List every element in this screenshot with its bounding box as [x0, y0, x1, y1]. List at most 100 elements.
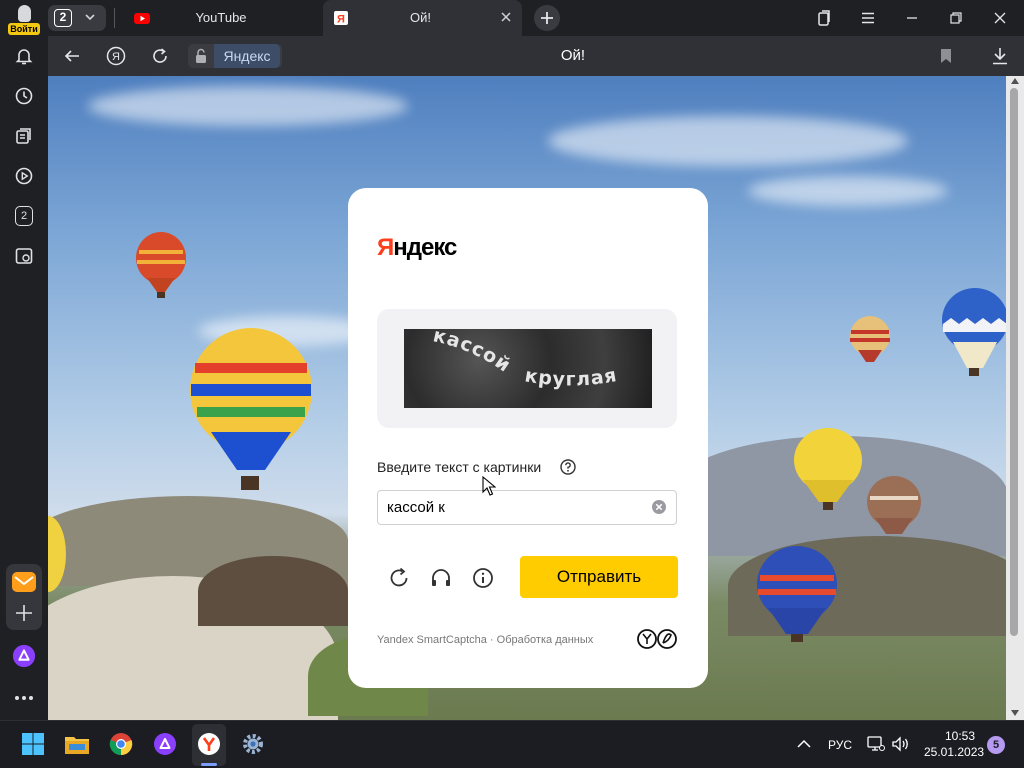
- smartcaptcha-brand: Yandex SmartCaptcha: [377, 634, 487, 646]
- data-processing-link[interactable]: Обработка данных: [497, 634, 594, 646]
- chevron-down-icon: [85, 14, 95, 21]
- help-icon[interactable]: [560, 459, 576, 475]
- youtube-icon: [134, 13, 150, 24]
- footer-separator: ·: [489, 634, 494, 646]
- yandex-favicon-icon: Я: [334, 11, 348, 26]
- tab-label: YouTube: [195, 10, 247, 25]
- captcha-answer-input[interactable]: [387, 491, 647, 523]
- file-explorer-button[interactable]: [64, 731, 90, 757]
- bookmark-button[interactable]: [936, 46, 956, 66]
- lock-icon: [196, 48, 206, 63]
- captcha-frame: кассой круглая: [377, 309, 677, 428]
- network-icon[interactable]: [867, 736, 885, 752]
- reload-button[interactable]: [150, 46, 170, 66]
- refresh-captcha-button[interactable]: [387, 566, 411, 590]
- minimize-icon: [907, 17, 917, 19]
- collections-icon: [16, 128, 31, 144]
- balloon-image: [867, 476, 921, 534]
- info-icon: [473, 568, 493, 588]
- site-info-badge[interactable]: Яндекс: [188, 44, 282, 68]
- balloon-image: [136, 232, 186, 298]
- close-window-button[interactable]: [990, 8, 1010, 28]
- more-button[interactable]: [12, 686, 36, 710]
- chrome-button[interactable]: [108, 731, 134, 757]
- svg-text:кассой: кассой: [431, 329, 515, 377]
- svg-text:круглая: круглая: [523, 364, 619, 391]
- downloads-button[interactable]: [990, 46, 1010, 66]
- alice-icon: [12, 644, 36, 668]
- scrollbar-thumb[interactable]: [1010, 88, 1018, 636]
- tab-oi[interactable]: Я Ой!: [323, 0, 522, 36]
- page-scrollbar[interactable]: [1006, 76, 1024, 720]
- submit-button[interactable]: Отправить: [520, 556, 678, 598]
- add-icon[interactable]: [15, 604, 33, 622]
- captcha-footer: Yandex SmartCaptcha · Обработка данных: [377, 634, 593, 646]
- back-button[interactable]: [62, 46, 82, 66]
- more-icon: [15, 696, 33, 700]
- restore-icon: [950, 12, 962, 24]
- active-indicator: [201, 763, 217, 766]
- scroll-up-icon[interactable]: [1011, 78, 1019, 84]
- bookmark-icon: [941, 49, 951, 63]
- restore-button[interactable]: [946, 8, 966, 28]
- close-icon: [994, 12, 1006, 24]
- minimize-button[interactable]: [902, 8, 922, 28]
- yandex-home-button[interactable]: Я: [106, 46, 126, 66]
- alice-button[interactable]: [12, 644, 36, 668]
- bookmark-collections-icon: [818, 10, 830, 26]
- title-bar: Войти 2 YouTube Я Ой!: [0, 0, 1024, 36]
- audio-captcha-button[interactable]: [429, 566, 453, 590]
- tab-counter-button[interactable]: 2: [48, 5, 106, 31]
- page-title: Ой!: [560, 47, 586, 64]
- tabs-counter-button[interactable]: 2: [15, 206, 33, 226]
- history-button[interactable]: [12, 84, 36, 108]
- taskbar: РУС 10:53 25.01.2023 5: [0, 720, 1024, 768]
- language-indicator[interactable]: РУС: [828, 738, 852, 752]
- yandex-browser-button[interactable]: [196, 731, 222, 757]
- balloon-image: [190, 328, 312, 490]
- login-button[interactable]: Войти: [6, 3, 42, 35]
- close-icon[interactable]: [500, 11, 512, 23]
- folder-icon: [65, 737, 89, 754]
- svg-text:Я: Я: [337, 14, 345, 26]
- clock-date[interactable]: 25.01.2023: [924, 745, 984, 759]
- screenshot-icon: [15, 248, 33, 264]
- clear-input-icon[interactable]: [652, 500, 666, 514]
- screenshot-button[interactable]: [12, 244, 36, 268]
- collections-button[interactable]: [12, 124, 36, 148]
- address-bar: Я Яндекс Ой!: [48, 36, 1024, 76]
- site-label: Яндекс: [214, 44, 280, 68]
- notification-badge[interactable]: 5: [987, 736, 1005, 754]
- notifications-button[interactable]: [12, 44, 36, 68]
- clock-time[interactable]: 10:53: [938, 729, 982, 743]
- gear-icon: [243, 734, 263, 754]
- tab-youtube[interactable]: YouTube: [124, 0, 320, 36]
- captcha-answer-field[interactable]: [377, 490, 677, 525]
- hamburger-icon: [862, 12, 874, 24]
- smartcaptcha-logo-icon: [637, 629, 677, 649]
- scroll-down-icon[interactable]: [1011, 710, 1019, 716]
- windows-logo-icon: [22, 733, 44, 755]
- captcha-prompt: Введите текст с картинки: [377, 459, 542, 475]
- media-button[interactable]: [12, 164, 36, 188]
- settings-button[interactable]: [240, 731, 266, 757]
- bookmarks-panel-button[interactable]: [814, 8, 834, 28]
- bell-icon: [15, 49, 33, 65]
- alice-taskbar-button[interactable]: [152, 731, 178, 757]
- captcha-image: кассой круглая: [404, 329, 652, 408]
- mail-icon[interactable]: [11, 570, 37, 594]
- balloon-image: [942, 288, 1006, 376]
- chevron-up-icon[interactable]: [797, 739, 811, 749]
- volume-icon[interactable]: [892, 736, 910, 752]
- avatar-icon: [17, 5, 31, 22]
- plus-icon: [541, 12, 553, 24]
- play-icon: [15, 167, 33, 185]
- download-icon: [993, 48, 1007, 65]
- captcha-info-button[interactable]: [471, 566, 495, 590]
- sidebar-apps-group: [6, 564, 42, 630]
- menu-button[interactable]: [858, 8, 878, 28]
- new-tab-button[interactable]: [534, 5, 560, 31]
- yandex-logo-icon: Я: [106, 46, 126, 66]
- history-icon: [15, 87, 33, 105]
- start-button[interactable]: [20, 731, 46, 757]
